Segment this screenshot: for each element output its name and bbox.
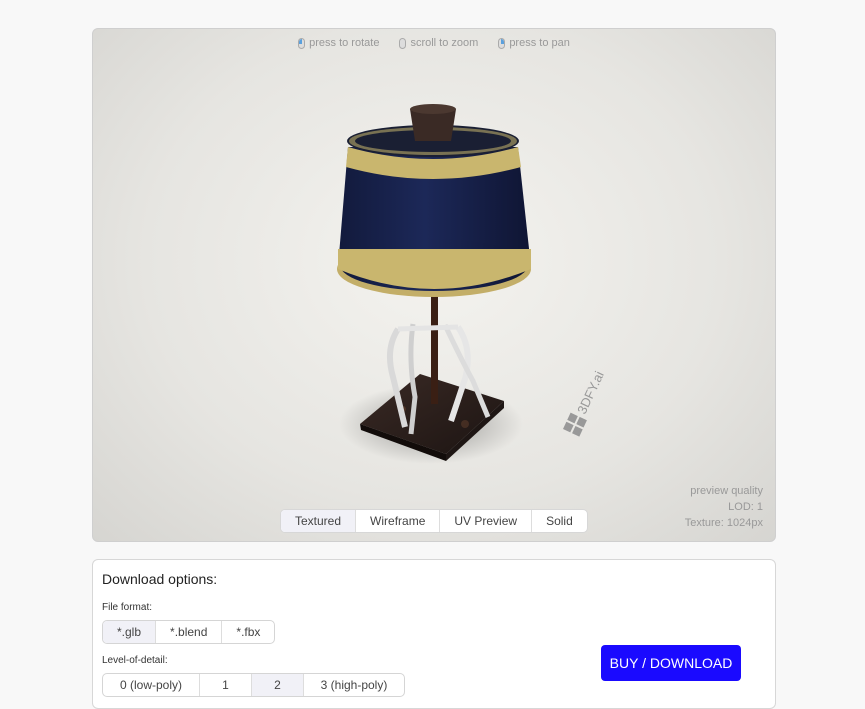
texture-info: Texture: 1024px bbox=[684, 517, 763, 529]
format-fbx[interactable]: *.fbx bbox=[221, 621, 274, 643]
mode-textured[interactable]: Textured bbox=[281, 510, 356, 532]
download-options-panel: Download options: File format: *.glb *.b… bbox=[92, 559, 776, 709]
download-options-title: Download options: bbox=[102, 571, 218, 587]
lod-1[interactable]: 1 bbox=[199, 674, 251, 696]
lod-label: Level-of-detail: bbox=[102, 655, 168, 666]
lod-2[interactable]: 2 bbox=[251, 674, 303, 696]
watermark-logo: 3DFY.ai bbox=[563, 369, 607, 437]
model-viewer[interactable]: press to rotate scroll to zoom press to … bbox=[92, 28, 776, 542]
file-format-selector: *.glb *.blend *.fbx bbox=[102, 620, 276, 644]
format-glb[interactable]: *.glb bbox=[103, 621, 156, 643]
lod-info: LOD: 1 bbox=[728, 501, 763, 513]
mode-solid[interactable]: Solid bbox=[531, 510, 587, 532]
format-blend[interactable]: *.blend bbox=[155, 621, 221, 643]
lod-selector: 0 (low-poly) 1 2 3 (high-poly) bbox=[102, 673, 405, 697]
file-format-label: File format: bbox=[102, 602, 153, 613]
lamp-model-render[interactable]: 3DFY.ai bbox=[93, 29, 776, 542]
lod-3[interactable]: 3 (high-poly) bbox=[303, 674, 404, 696]
lod-0[interactable]: 0 (low-poly) bbox=[103, 674, 199, 696]
mode-wireframe[interactable]: Wireframe bbox=[355, 510, 439, 532]
preview-quality-info: preview quality LOD: 1 Texture: 1024px bbox=[685, 483, 763, 531]
watermark-text: 3DFY.ai bbox=[574, 369, 607, 416]
quality-label: preview quality bbox=[690, 485, 763, 497]
mode-uv-preview[interactable]: UV Preview bbox=[439, 510, 531, 532]
buy-download-button[interactable]: BUY / DOWNLOAD bbox=[601, 645, 741, 681]
view-mode-switch: Textured Wireframe UV Preview Solid bbox=[280, 509, 588, 533]
